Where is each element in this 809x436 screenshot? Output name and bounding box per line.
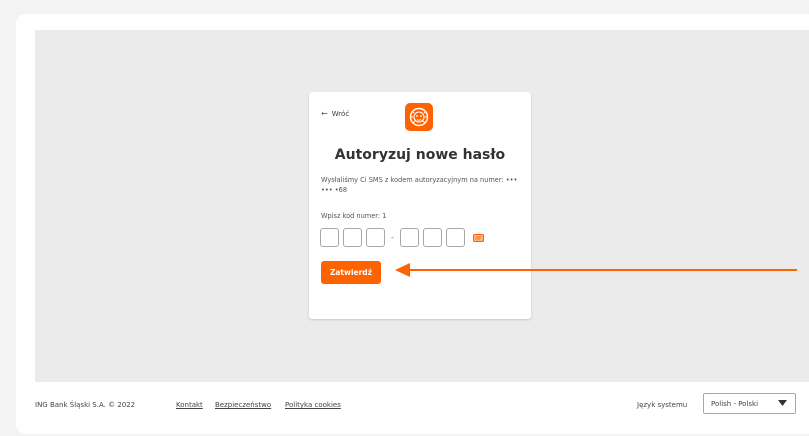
arrow-left-icon: ← — [321, 109, 328, 118]
page-title: Autoryzuj nowe hasło — [334, 147, 506, 163]
back-label: Wróć — [331, 109, 350, 118]
submit-button[interactable]: Zatwierdź — [321, 261, 381, 284]
footer-link-kontakt[interactable]: Kontakt — [176, 401, 203, 409]
back-link[interactable]: ← Wróć — [321, 109, 349, 118]
ing-lion-icon — [405, 103, 433, 131]
code-digit-3[interactable] — [366, 228, 385, 247]
code-separator: - — [391, 233, 394, 242]
language-select[interactable]: Polish - Polski — [703, 393, 796, 414]
code-digit-6[interactable] — [445, 228, 465, 247]
sms-message: Wysłaliśmy Ci SMS z kodem autoryzacyjnym… — [321, 176, 518, 194]
code-digit-2[interactable] — [343, 228, 362, 247]
sms-icon — [472, 233, 484, 242]
caret-down-icon — [778, 400, 787, 408]
code-digit-4[interactable] — [399, 228, 419, 247]
language-label: Język systemu — [637, 401, 688, 409]
code-input-row: - — [320, 228, 484, 247]
authorization-card: ← Wróć Autoryzuj nowe hasło Wysłaliśmy C… — [309, 92, 531, 319]
code-label: Wpisz kod numer: 1 — [321, 212, 387, 220]
footer-link-cookies[interactable]: Polityka cookies — [285, 401, 341, 409]
footer-link-bezpieczenstwo[interactable]: Bezpieczeństwo — [215, 401, 271, 409]
footer-copyright: ING Bank Śląski S.A. © 2022 — [35, 401, 136, 409]
code-digit-5[interactable] — [422, 228, 442, 247]
language-value: Polish - Polski — [711, 399, 759, 408]
code-digit-1[interactable] — [320, 228, 339, 247]
